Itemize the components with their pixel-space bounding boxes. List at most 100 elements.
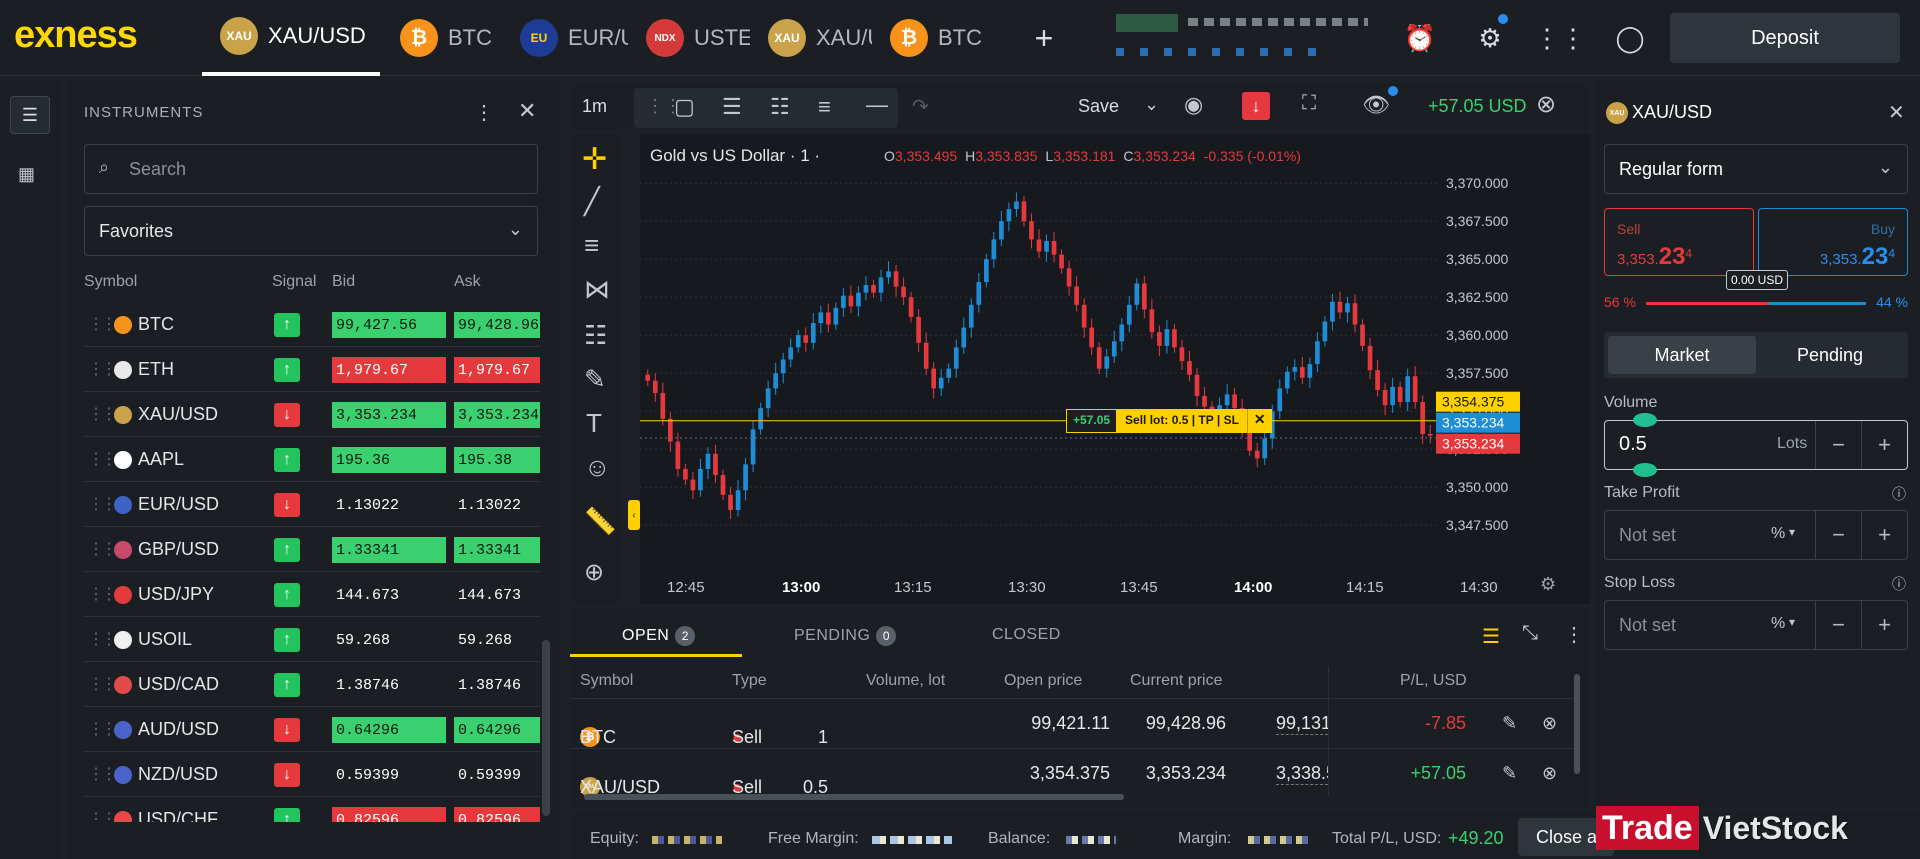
instrument-row[interactable]: ⋮⋮ ETH ↑ 1,979.67 1,979.67 <box>84 347 540 392</box>
volume-field[interactable]: 0.5 Lots − + <box>1604 413 1908 477</box>
drag-handle-icon[interactable]: ⋮⋮ <box>88 719 117 739</box>
ask-price[interactable]: 144.673 <box>454 582 540 608</box>
take-profit-plus-button[interactable]: + <box>1861 511 1907 559</box>
instruments-list-icon[interactable]: ☰ <box>10 96 50 134</box>
sell-button[interactable]: Sell 3,353.234 <box>1604 208 1754 276</box>
close-icon[interactable]: ✕ <box>518 98 536 124</box>
crosshair-icon[interactable]: ✛ <box>582 142 607 177</box>
instrument-row[interactable]: ⋮⋮ XAU/USD ↓ 3,353.234 3,353.234 <box>84 392 540 437</box>
tab-btc-2[interactable]: ₿ BTC <box>890 0 990 76</box>
volume-slider-handle-top[interactable] <box>1633 413 1657 427</box>
bid-price[interactable]: 1,979.67 <box>332 357 446 383</box>
instruments-scrollbar[interactable] <box>542 640 550 816</box>
drag-handle-icon[interactable]: ⋮⋮ <box>88 629 117 649</box>
stop-loss-field[interactable]: Not set % ▾ − + <box>1604 600 1908 650</box>
timeframe-selector[interactable]: 1m <box>582 96 607 117</box>
ask-price[interactable]: 1,979.67 <box>454 357 540 383</box>
calendar-icon[interactable]: ▦ <box>18 164 35 185</box>
save-button[interactable]: Save <box>1078 96 1119 117</box>
bid-price[interactable]: 0.59399 <box>332 762 446 788</box>
fib-levels-icon[interactable]: ☷ <box>584 320 607 351</box>
collapse-toolbar-icon[interactable]: ‹ <box>628 500 640 530</box>
stop-loss-minus-button[interactable]: − <box>1815 601 1861 649</box>
market-mode-button[interactable]: Market <box>1608 336 1756 374</box>
candlestick-chart-svg[interactable]: 3,370.000 3,367.500 3,365.000 3,362.500 3,36… <box>640 134 1590 604</box>
trend-line-icon[interactable]: ╱ <box>584 186 600 217</box>
tab-xau-usd-2[interactable]: XAU XAU/U <box>768 0 872 76</box>
volume-input[interactable]: 0.5 <box>1619 433 1647 456</box>
close-panel-icon[interactable]: ✕ <box>1888 100 1905 125</box>
stop-loss-help-icon[interactable]: ⓘ <box>1892 574 1906 594</box>
instrument-row[interactable]: ⋮⋮ EUR/USD ↓ 1.13022 1.13022 <box>84 482 540 527</box>
instrument-row[interactable]: ⋮⋮ USOIL ↑ 59.268 59.268 <box>84 617 540 662</box>
take-profit-field[interactable]: Not set % ▾ − + <box>1604 510 1908 560</box>
zoom-icon[interactable]: ⊕ <box>584 558 604 587</box>
volume-plus-button[interactable]: + <box>1861 421 1907 469</box>
tab-xau-usd[interactable]: XAU XAU/USD <box>202 0 380 76</box>
close-order-icon[interactable]: ⊗ <box>1542 763 1557 784</box>
pattern-icon[interactable]: ⋈ <box>584 274 610 305</box>
tab-eur-usd[interactable]: EU EUR/U <box>520 0 628 76</box>
camera-icon[interactable]: ◉ <box>1184 92 1203 118</box>
drag-handle-icon[interactable]: ⋮⋮ <box>88 494 117 514</box>
layers-icon[interactable]: ☰ <box>1482 624 1500 649</box>
tab-closed[interactable]: CLOSED <box>992 626 1061 644</box>
exness-logo[interactable]: exness <box>14 14 138 57</box>
edit-order-icon[interactable]: ✎ <box>1502 713 1517 734</box>
ask-price[interactable]: 1.33341 <box>454 537 540 563</box>
instrument-row[interactable]: ⋮⋮ NZD/USD ↓ 0.59399 0.59399 <box>84 752 540 797</box>
text-tool-icon[interactable]: T <box>586 408 602 439</box>
orders-v-scrollbar[interactable] <box>1574 674 1580 774</box>
emoji-icon[interactable]: ☺ <box>584 452 611 483</box>
more-options-icon[interactable]: ⋮ <box>1564 622 1584 647</box>
take-profit-minus-button[interactable]: − <box>1815 511 1861 559</box>
bid-price[interactable]: 1.13022 <box>332 492 446 518</box>
stop-loss-input[interactable]: Not set <box>1619 615 1676 636</box>
settings-gear-icon[interactable]: ⚙ <box>1470 14 1510 58</box>
instrument-row[interactable]: ⋮⋮ USD/JPY ↑ 144.673 144.673 <box>84 572 540 617</box>
chart-settings-icon[interactable]: ⚙ <box>1540 574 1556 595</box>
fib-tool-icon[interactable]: ☰ <box>722 94 742 120</box>
ask-price[interactable]: 1.38746 <box>454 672 540 698</box>
levels-tool-icon[interactable]: ☷ <box>770 94 790 120</box>
sell-arrow-icon[interactable]: ↓ <box>1242 92 1270 120</box>
drag-handle-icon[interactable]: ⋮⋮ <box>88 584 117 604</box>
form-type-dropdown[interactable]: Regular form ⌄ <box>1604 144 1908 194</box>
add-tab-button[interactable]: + <box>1024 18 1064 58</box>
rectangle-tool-icon[interactable]: ▢ <box>674 94 695 120</box>
bid-price[interactable]: 0.82596 <box>332 807 446 822</box>
buy-button[interactable]: Buy 3,353.234 <box>1758 208 1908 276</box>
ask-price[interactable]: 0.64296 <box>454 717 540 743</box>
search-input[interactable]: Search <box>129 159 186 180</box>
close-positions-icon[interactable]: ⊗ <box>1536 90 1556 119</box>
more-vertical-icon[interactable]: ⋮ <box>474 100 494 125</box>
bid-price[interactable]: 0.64296 <box>332 717 446 743</box>
tab-uste[interactable]: NDX USTE <box>646 0 750 76</box>
take-profit-unit[interactable]: % <box>1771 525 1785 543</box>
ask-price[interactable]: 195.38 <box>454 447 540 473</box>
stop-loss-unit[interactable]: % <box>1771 615 1785 633</box>
favorites-dropdown[interactable]: Favorites ⌄ <box>84 206 538 256</box>
ruler-icon[interactable]: 📏 <box>584 506 616 537</box>
ask-price[interactable]: 99,428.96 <box>454 312 540 338</box>
order-tp-sl-value[interactable]: 99,131 <box>1276 713 1328 735</box>
position-line-label[interactable]: +57.05 Sell lot: 0.5 | TP | SL ✕ <box>1066 408 1272 433</box>
fullscreen-icon[interactable]: ⛶ <box>1302 92 1316 115</box>
deposit-button[interactable]: Deposit <box>1670 13 1900 63</box>
collapse-arrows-icon[interactable]: ⤡ <box>1522 622 1538 645</box>
drag-handle-icon[interactable]: ⋮⋮ <box>88 809 117 822</box>
drag-handle-icon[interactable]: ⋮⋮ <box>88 539 117 559</box>
instrument-row[interactable]: ⋮⋮ AAPL ↑ 195.36 195.38 <box>84 437 540 482</box>
ask-price[interactable]: 3,353.234 <box>454 402 540 428</box>
volume-minus-button[interactable]: − <box>1815 421 1861 469</box>
bid-price[interactable]: 195.36 <box>332 447 446 473</box>
drag-handle-icon[interactable]: ⋮⋮ <box>88 404 117 424</box>
volume-slider-handle-bottom[interactable] <box>1633 463 1657 477</box>
bid-price[interactable]: 3,353.234 <box>332 402 446 428</box>
horizontal-line-icon[interactable]: — <box>866 92 888 118</box>
bid-price[interactable]: 1.38746 <box>332 672 446 698</box>
close-position-icon[interactable]: ✕ <box>1246 408 1272 433</box>
drag-handle-icon[interactable]: ⋮⋮ <box>88 674 117 694</box>
drag-handle-icon[interactable]: ⋮⋮ <box>88 449 117 469</box>
instrument-row[interactable]: ⋮⋮ AUD/USD ↓ 0.64296 0.64296 <box>84 707 540 752</box>
